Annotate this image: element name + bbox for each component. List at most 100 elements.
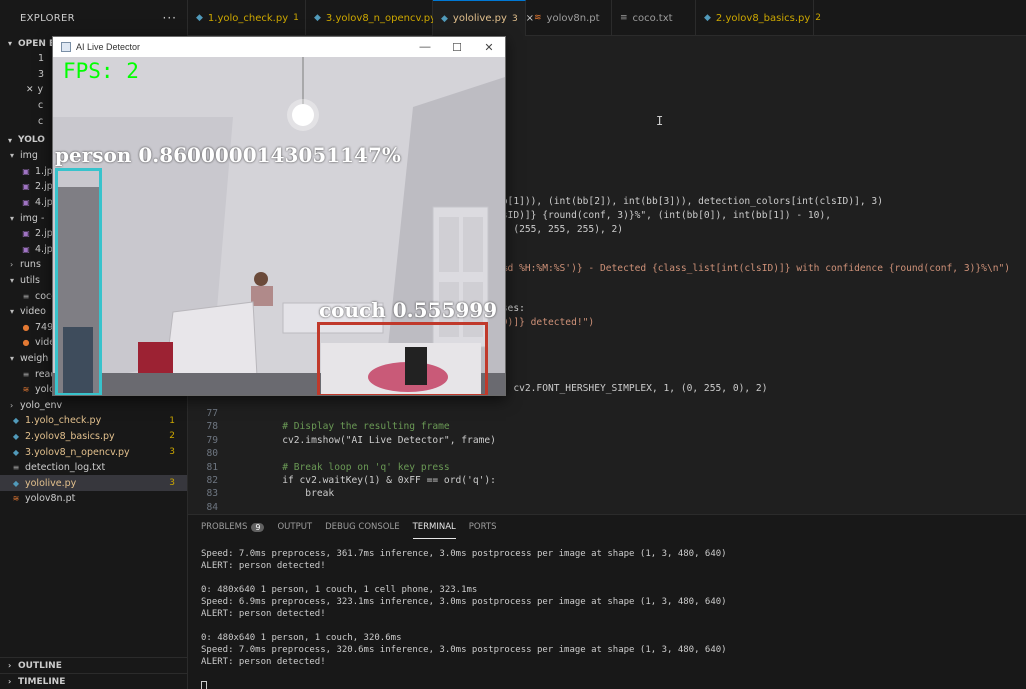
- terminal-line: ALERT: person detected!: [201, 609, 326, 619]
- tree-item-label: video: [20, 306, 46, 318]
- panel-tab-problems[interactable]: PROBLEMS 9: [201, 515, 265, 539]
- open-editor-label: y: [37, 84, 44, 96]
- file-item[interactable]: ◆ 3.yolov8_n_opencv.py 3: [0, 444, 187, 460]
- file-item[interactable]: ≡ detection_log.txt: [0, 460, 187, 476]
- ai-live-detector-window[interactable]: AI Live Detector — ☐ ✕ FPS: 2 person 0.8…: [52, 36, 506, 396]
- open-editor-label: c: [38, 115, 44, 127]
- panel-tab-label: DEBUG CONSOLE: [325, 522, 400, 532]
- image-file-icon: ▣: [22, 166, 30, 176]
- maximize-button[interactable]: ☐: [441, 41, 473, 54]
- editor-tab[interactable]: ◆ 2.yolov8_basics.py 2: [696, 0, 821, 36]
- person-detection-box: [55, 168, 102, 395]
- line-code: break: [236, 488, 335, 500]
- problems-count-badge: 9: [251, 522, 265, 532]
- tree-item-label: utils: [20, 275, 40, 287]
- terminal-line: Speed: 7.0ms preprocess, 361.7ms inferen…: [201, 549, 727, 559]
- problem-count-badge: 3: [169, 447, 175, 458]
- close-button[interactable]: ✕: [473, 41, 505, 54]
- tab-label: yololive.py: [452, 13, 507, 24]
- python-icon: ◆: [314, 13, 321, 23]
- chevron-down-icon: ▾: [10, 307, 15, 317]
- problem-count-badge: 3: [169, 478, 175, 489]
- tree-item-label: img -: [20, 212, 45, 224]
- tree-item-label: 749: [35, 321, 54, 333]
- timeline-section[interactable]: › TIMELINE: [0, 673, 187, 689]
- python-file-icon: ◆: [12, 478, 20, 488]
- timeline-label: TIMELINE: [18, 676, 66, 687]
- panel-tab-label: PROBLEMS: [201, 522, 248, 532]
- window-titlebar[interactable]: AI Live Detector — ☐ ✕: [53, 37, 505, 57]
- project-label: YOLO: [18, 135, 45, 146]
- editor-tab[interactable]: ≋ yolov8n.pt: [526, 0, 612, 36]
- tab-label: coco.txt: [632, 12, 673, 24]
- line-number: 77: [206, 408, 218, 419]
- text-icon: ≡: [620, 13, 628, 23]
- chevron-right-icon: ›: [8, 661, 12, 670]
- close-icon[interactable]: ✕: [26, 85, 34, 95]
- line-number: 81: [206, 461, 218, 473]
- terminal-line: ALERT: person detected!: [201, 657, 326, 667]
- tab-label: 1.yolo_check.py: [207, 12, 289, 24]
- tree-item-label: weigh: [20, 352, 49, 364]
- python-file-icon: ◆: [12, 447, 20, 457]
- tree-item-label: yolov8n.pt: [25, 493, 76, 505]
- panel-tab-debug-console[interactable]: DEBUG CONSOLE: [325, 515, 399, 539]
- code-line: 82 if cv2.waitKey(1) & 0xFF == ord('q'):: [188, 475, 1026, 489]
- editor-tab[interactable]: ≡ coco.txt: [612, 0, 696, 36]
- chevron-down-icon: ▾: [10, 353, 15, 363]
- tree-item-label: yololive.py: [25, 477, 77, 489]
- tree-item-label: yolo_env: [20, 399, 63, 411]
- text-file-icon: ≡: [22, 369, 30, 379]
- person-detection-label: person 0.8600000143051147%: [55, 143, 401, 167]
- panel-tab-terminal[interactable]: TERMINAL: [412, 515, 456, 539]
- tab-problem-badge: 3: [511, 13, 518, 24]
- file-item[interactable]: ◆ 2.yolov8_basics.py 2: [0, 429, 187, 445]
- python-icon: ◆: [704, 13, 711, 23]
- file-item[interactable]: ◆ 1.yolo_check.py 1: [0, 413, 187, 429]
- outline-section[interactable]: › OUTLINE: [0, 657, 187, 673]
- chevron-right-icon: ›: [10, 400, 14, 410]
- text-file-icon: ≡: [12, 463, 20, 473]
- editor-tab[interactable]: ◆ yololive.py 3 ×: [433, 0, 534, 36]
- python-file-icon: ◆: [12, 416, 20, 426]
- chevron-down-icon: ▾: [10, 151, 15, 161]
- tree-item-label: 3.yolov8_n_opencv.py: [25, 446, 130, 458]
- window-app-icon: [61, 42, 71, 52]
- panel-tab-output[interactable]: OUTPUT: [277, 515, 312, 539]
- panel-tab-ports[interactable]: PORTS: [469, 515, 497, 539]
- panel-tabs: PROBLEMS 9 OUTPUT DEBUG CONSOLE TERMINAL PORT…: [188, 515, 1026, 539]
- couch-detection-box: [317, 322, 488, 395]
- python-icon: ◆: [441, 13, 448, 24]
- open-editor-label: c: [38, 100, 44, 112]
- terminal-line: Speed: 7.0ms preprocess, 320.6ms inferen…: [201, 645, 727, 655]
- line-number: 84: [206, 501, 218, 513]
- image-file-icon: ▣: [22, 244, 30, 254]
- tree-item-label: img: [20, 150, 38, 162]
- terminal-line: ALERT: person detected!: [201, 561, 326, 571]
- image-file-icon: ▣: [22, 198, 30, 208]
- editor-tab[interactable]: ◆3.yolov8_n_opencv.py3: [306, 0, 447, 36]
- tree-item-label: detection_log.txt: [25, 462, 106, 474]
- model-file-icon: ≋: [12, 494, 20, 504]
- line-number: 80: [206, 448, 218, 460]
- fps-counter: FPS: 2: [63, 59, 139, 83]
- chevron-down-icon: ▾: [8, 135, 13, 145]
- ellipsis-icon[interactable]: ···: [163, 11, 177, 25]
- terminal-output[interactable]: Speed: 7.0ms preprocess, 361.7ms inferen…: [188, 539, 1026, 689]
- explorer-title: EXPLORER: [20, 12, 75, 24]
- file-item[interactable]: ◆ yololive.py 3: [0, 475, 187, 492]
- terminal-line: 0: 480x640 1 person, 1 couch, 320.6ms: [201, 633, 402, 643]
- folder-item[interactable]: › yolo_env: [0, 397, 187, 413]
- file-item[interactable]: ≋ yolov8n.pt: [0, 491, 187, 507]
- minimize-button[interactable]: —: [409, 41, 441, 53]
- code-line: 83 break: [188, 488, 1026, 502]
- video-file-icon: ●: [22, 338, 30, 348]
- code-line: 78 # Display the resulting frame: [188, 421, 1026, 435]
- problem-count-badge: 2: [169, 431, 175, 442]
- editor-tab[interactable]: ◆ 1.yolo_check.py 1: [188, 0, 306, 36]
- text-file-icon: ≡: [22, 291, 30, 301]
- open-editor-label: 3: [38, 68, 45, 80]
- chevron-right-icon: ›: [10, 260, 14, 270]
- text-cursor-icon: I: [656, 114, 664, 128]
